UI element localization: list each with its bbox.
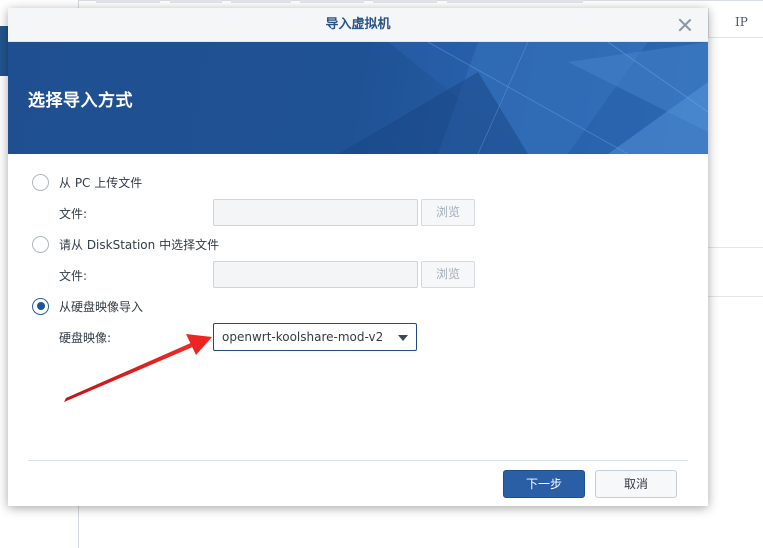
dialog-heading: 选择导入方式: [28, 91, 133, 111]
bg-row-line: [708, 247, 763, 248]
dialog-title: 导入虚拟机: [325, 17, 391, 32]
dialog-banner: 选择导入方式: [8, 42, 708, 154]
bg-sidebar-accent: [0, 26, 8, 76]
bg-column-stub: [96, 0, 160, 3]
bg-column-stub: [170, 0, 222, 3]
bg-column-header-ip: IP: [735, 15, 748, 29]
chevron-down-icon[interactable]: [398, 335, 408, 341]
radio-select-from-diskstation[interactable]: [32, 235, 49, 253]
disk-image-select-value: openwrt-koolshare-mod-v2: [222, 330, 384, 344]
footer-divider: [28, 460, 688, 461]
browse-button[interactable]: 浏览: [421, 199, 475, 226]
bg-column-stub: [231, 0, 291, 3]
dialog-titlebar: 导入虚拟机: [8, 8, 708, 42]
option-label: 请从 DiskStation 中选择文件: [59, 237, 220, 252]
radio-import-disk-image[interactable]: [32, 297, 49, 315]
cancel-button[interactable]: 取消: [595, 470, 677, 498]
browse-button[interactable]: 浏览: [421, 261, 475, 288]
option-select-from-diskstation[interactable]: 请从 DiskStation 中选择文件: [32, 234, 219, 254]
radio-upload-from-pc[interactable]: [32, 173, 49, 191]
bg-column-stub: [300, 0, 364, 3]
disk-image-label: 硬盘映像:: [59, 331, 112, 345]
option-label: 从 PC 上传文件: [59, 175, 143, 190]
option-import-disk-image[interactable]: 从硬盘映像导入: [32, 296, 143, 316]
diskstation-file-input[interactable]: [213, 261, 418, 288]
bg-column-stub: [373, 0, 437, 3]
file-field-label: 文件:: [59, 207, 88, 221]
import-vm-dialog: 导入虚拟机 选择导入方式 从 PC 上传文件 文件: 浏览 请从 DiskSta…: [8, 8, 708, 506]
option-label: 从硬盘映像导入: [59, 299, 144, 314]
bg-column-header[interactable]: IP: [708, 8, 763, 38]
close-icon[interactable]: [676, 16, 694, 34]
file-field-label: 文件:: [59, 269, 88, 283]
bg-column-stub: [447, 0, 583, 3]
option-upload-from-pc[interactable]: 从 PC 上传文件: [32, 172, 142, 192]
disk-image-select[interactable]: openwrt-koolshare-mod-v2: [213, 323, 417, 351]
bg-row-line: [708, 296, 763, 297]
pc-file-input[interactable]: [213, 199, 418, 226]
next-button[interactable]: 下一步: [503, 470, 585, 498]
